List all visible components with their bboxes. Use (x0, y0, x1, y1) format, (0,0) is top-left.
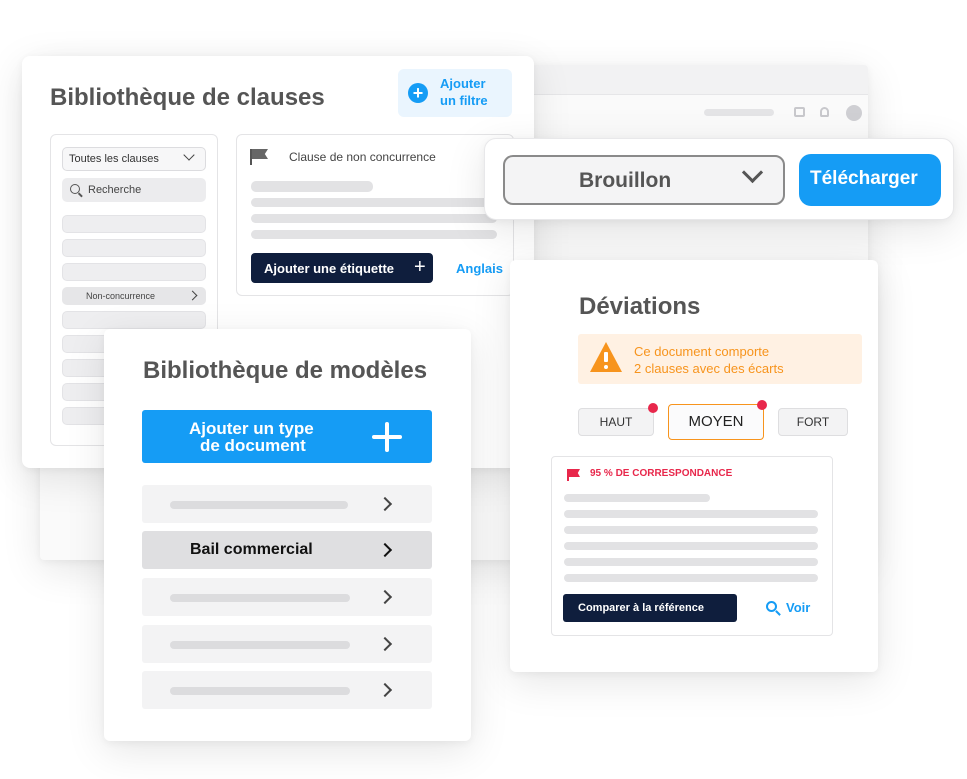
list-item[interactable] (62, 239, 206, 257)
clause-detail-panel: Clause de non concurrence Ajouter une ét… (236, 134, 514, 296)
search-icon-handle (78, 192, 83, 198)
warning-icon-dot (604, 365, 608, 369)
level-chip-label: HAUT (599, 415, 633, 429)
text-placeholder (564, 526, 818, 534)
bell-icon (820, 107, 829, 117)
deviations-title: Déviations (579, 293, 701, 320)
list-item[interactable] (62, 263, 206, 281)
text-placeholder (251, 198, 497, 207)
status-toolbar: Brouillon Télécharger (484, 138, 954, 220)
template-library-title: Bibliothèque de modèles (143, 357, 428, 384)
add-tag-button[interactable]: Ajouter une étiquette + (251, 253, 433, 283)
add-document-type-button[interactable]: Ajouter un type de document (142, 410, 432, 463)
warning-banner: Ce document comporte 2 clauses avec des … (578, 334, 862, 384)
template-row[interactable] (142, 671, 432, 709)
add-filter-label-2: un filtre (440, 93, 488, 108)
text-placeholder (251, 214, 497, 223)
row-placeholder (170, 687, 350, 695)
alert-dot (757, 400, 767, 410)
template-row-label: Bail commercial (190, 541, 313, 558)
list-item-non-concurrence[interactable]: Non-concurrence (62, 287, 206, 305)
row-placeholder (170, 641, 350, 649)
warning-text-1: Ce document comporte (634, 344, 770, 359)
language-link[interactable]: Anglais (456, 261, 503, 276)
level-chip-label: MOYEN (688, 413, 744, 430)
list-item-label: Non-concurrence (86, 291, 156, 301)
list-item[interactable] (62, 311, 206, 329)
chevron-right-icon (377, 682, 393, 698)
level-chip-label: FORT (796, 415, 830, 429)
template-row-bail-commercial[interactable]: Bail commercial (142, 531, 432, 569)
clause-library-title: Bibliothèque de clauses (50, 84, 325, 111)
warning-text-2: 2 clauses avec des écarts (634, 361, 784, 376)
download-button[interactable]: Télécharger (799, 154, 941, 206)
template-row[interactable] (142, 625, 432, 663)
row-placeholder (170, 501, 348, 509)
chevron-right-icon (377, 542, 393, 558)
template-row[interactable] (142, 578, 432, 616)
add-tag-label: Ajouter une étiquette (264, 261, 395, 276)
deviations-panel: Déviations Ce document comporte 2 clause… (510, 260, 878, 672)
level-chip-fort[interactable]: FORT (778, 408, 848, 436)
text-placeholder (564, 542, 818, 550)
clause-filter-value: Toutes les clauses (69, 153, 159, 165)
text-placeholder (251, 181, 373, 192)
alert-dot (648, 403, 658, 413)
header-placeholder (704, 109, 774, 116)
clause-title: Clause de non concurrence (289, 150, 436, 164)
text-placeholder (564, 558, 818, 566)
flag-icon (567, 469, 569, 481)
row-placeholder (170, 594, 350, 602)
list-item[interactable] (62, 215, 206, 233)
view-link-label: Voir (786, 600, 811, 615)
text-placeholder (251, 230, 497, 239)
plus-icon-vertical (385, 422, 389, 452)
flag-icon (250, 149, 252, 165)
level-chip-haut[interactable]: HAUT (578, 403, 658, 436)
flag-icon-banner (569, 469, 580, 477)
level-chip-moyen[interactable]: MOYEN (668, 400, 767, 440)
chevron-down-icon (741, 161, 764, 184)
chevron-right-icon (377, 589, 393, 605)
text-placeholder (564, 510, 818, 518)
user-avatar-icon[interactable] (846, 105, 862, 121)
text-placeholder (564, 574, 818, 582)
download-label: Télécharger (810, 168, 918, 189)
add-filter-button[interactable]: + Ajouter un filtre (398, 69, 512, 117)
plus-icon: + (414, 256, 426, 278)
warning-icon-mark (604, 352, 608, 362)
chevron-right-icon (187, 290, 198, 301)
search-input[interactable]: Recherche (62, 178, 206, 202)
add-document-type-label-2: de document (200, 436, 306, 455)
search-icon-handle (775, 610, 781, 616)
plus-circle-icon: + (408, 83, 428, 103)
template-row[interactable] (142, 485, 432, 523)
text-placeholder (564, 494, 710, 502)
view-link[interactable]: Voir (766, 599, 826, 619)
compare-reference-button[interactable]: Comparer à la référence (563, 594, 737, 622)
match-percentage: 95 % DE CORRESPONDANCE (590, 468, 733, 479)
add-filter-label-1: Ajouter (440, 76, 486, 91)
window-icon (794, 107, 805, 117)
status-select[interactable]: Brouillon (503, 155, 785, 205)
clause-filter-select[interactable]: Toutes les clauses (62, 147, 206, 171)
match-detail-panel: 95 % DE CORRESPONDANCE Comparer à la réf… (551, 456, 833, 636)
chevron-right-icon (377, 496, 393, 512)
status-select-value: Brouillon (579, 169, 672, 192)
search-placeholder: Recherche (88, 184, 142, 196)
chevron-right-icon (377, 636, 393, 652)
chevron-down-icon (183, 149, 195, 161)
compare-reference-label: Comparer à la référence (578, 602, 704, 614)
flag-icon-banner (252, 149, 268, 159)
